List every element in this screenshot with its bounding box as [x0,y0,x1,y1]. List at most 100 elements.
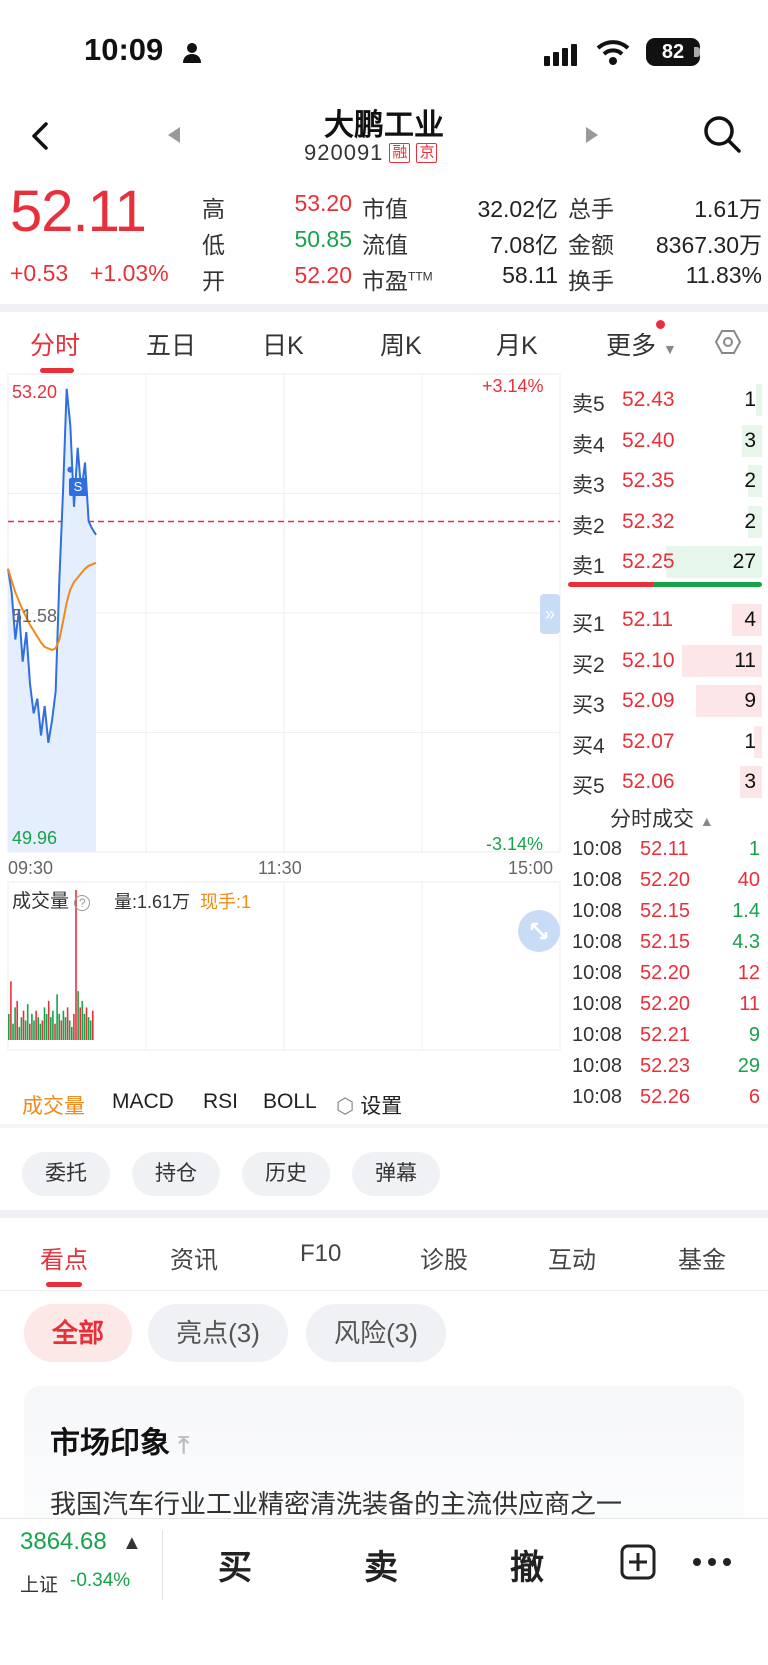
bid-row[interactable]: 买2 52.10 11 [562,641,762,681]
volume-bar [24,1020,27,1040]
stock-code-row: 920091 融 京 [304,140,438,166]
trades-title[interactable]: 分时成交 ▲ [610,803,714,833]
indicator-volume[interactable]: 成交量 [22,1090,85,1120]
tab-intraday[interactable]: 分时 [30,326,80,362]
tab-f10[interactable]: F10 [300,1240,341,1268]
trade-time: 10:08 [572,993,623,1015]
level-volume: 3 [744,428,756,452]
trade-time: 10:08 [572,838,623,860]
chart-settings-icon[interactable] [714,328,742,356]
trade-volume: 29 [737,1055,760,1077]
search-icon[interactable] [702,114,742,154]
trade-price: 52.15 [640,931,691,953]
indicator-divider [0,1124,768,1128]
y-label-low: 49.96 [12,828,58,848]
orders-button[interactable]: 委托 [22,1152,110,1196]
value-amount: 8367.30万 [655,232,762,258]
trade-volume: 6 [748,1086,760,1108]
trade-price: 52.15 [640,900,691,922]
indicator-rsi[interactable]: RSI [203,1090,238,1114]
volume-bar [62,1010,65,1040]
volume-bar [39,1023,42,1040]
level-price: 52.25 [622,550,675,573]
indicator-settings[interactable]: ⬡ 设置 [336,1090,402,1120]
intraday-chart[interactable] [0,372,562,1072]
buy-button[interactable]: 买 [218,1540,252,1589]
chevron-down-icon: ▼ [662,341,677,357]
danmaku-button[interactable]: 弹幕 [352,1152,440,1196]
pin-icon[interactable]: ⤒ [178,1432,189,1459]
volume-bar [56,994,58,1040]
next-stock-button[interactable] [584,125,600,145]
tab-daily-k[interactable]: 日K [262,326,304,362]
volume-bar [29,1023,31,1040]
value-mkt-cap: 32.02亿 [477,196,558,222]
level-price: 52.11 [622,608,673,631]
ask-row[interactable]: 卖5 52.43 1 [562,380,762,420]
expand-icon[interactable] [518,910,560,952]
tab-highlights[interactable]: 看点 [40,1240,88,1275]
trade-row: 10:08 52.15 1.4 [572,900,762,930]
history-button[interactable]: 历史 [242,1152,330,1196]
index-value[interactable]: 3864.68 [20,1528,107,1556]
ask-row[interactable]: 卖3 52.35 2 [562,461,762,501]
bid-pressure-bar [654,582,762,587]
trade-volume: 1.4 [732,900,760,922]
help-icon[interactable]: ? [74,895,91,911]
tab-monthly-k[interactable]: 月K [496,326,538,362]
tab-fund[interactable]: 基金 [678,1240,726,1275]
tab-interact[interactable]: 互动 [548,1240,596,1275]
volume-bar [43,1007,46,1040]
positions-button[interactable]: 持仓 [132,1152,220,1196]
tab-news[interactable]: 资讯 [170,1240,218,1275]
level-volume: 4 [744,608,756,631]
bid-row[interactable]: 买4 52.07 1 [562,722,762,762]
back-button[interactable] [22,116,62,156]
indicator-macd[interactable]: MACD [112,1090,174,1114]
x-label-open: 09:30 [8,858,54,878]
sell-marker[interactable]: S [69,478,87,496]
tab-five-day[interactable]: 五日 [146,326,196,362]
filter-highlights[interactable]: 亮点(3) [148,1304,288,1362]
volume-bar [92,1010,94,1040]
more-icon[interactable] [692,1556,732,1568]
bid-row[interactable]: 买5 52.06 3 [562,762,762,802]
tab-weekly-k[interactable]: 周K [380,326,422,362]
indicator-boll[interactable]: BOLL [263,1090,317,1114]
filter-all[interactable]: 全部 [24,1304,132,1362]
person-icon [183,43,201,63]
trade-time: 10:08 [572,869,623,891]
ask-row[interactable]: 卖1 52.25 27 [562,542,762,582]
tab-more[interactable]: 更多 ▼ [606,326,677,362]
level-label: 卖4 [572,433,605,457]
sell-button[interactable]: 卖 [364,1540,398,1589]
add-watchlist-icon[interactable] [620,1544,656,1580]
bid-row[interactable]: 买3 52.09 9 [562,681,762,721]
cancel-button[interactable]: 撤 [510,1540,544,1589]
level-price: 52.07 [622,729,675,753]
volume-label-text: 成交量 [12,891,70,912]
volume-bar [22,1010,25,1040]
label-volume: 总手 [568,196,614,222]
trade-time: 10:08 [572,962,623,984]
prev-stock-button[interactable] [166,125,182,145]
ask-row[interactable]: 卖4 52.40 3 [562,421,762,461]
trade-volume: 4.3 [732,931,760,953]
ask-row[interactable]: 卖2 52.32 2 [562,502,762,542]
value-open: 52.20 [294,262,352,288]
filter-risks[interactable]: 风险(3) [306,1304,446,1362]
tab-diagnose[interactable]: 诊股 [420,1240,468,1275]
volume-bar [20,1017,23,1040]
index-name: 上证 [20,1575,59,1596]
y-label-mid: 51.58 [12,606,58,626]
level-price: 52.10 [622,648,675,672]
collapse-handle[interactable]: » [540,594,560,634]
exchange-tag: 京 [416,143,438,163]
trade-price: 52.20 [640,962,691,984]
volume-bar [68,1020,71,1040]
bid-row[interactable]: 买1 52.11 4 [562,600,762,640]
level-price: 52.35 [622,469,675,492]
trade-row: 10:08 52.20 11 [572,993,762,1023]
trades-title-text: 分时成交 [610,808,694,831]
trade-volume: 11 [739,993,760,1015]
